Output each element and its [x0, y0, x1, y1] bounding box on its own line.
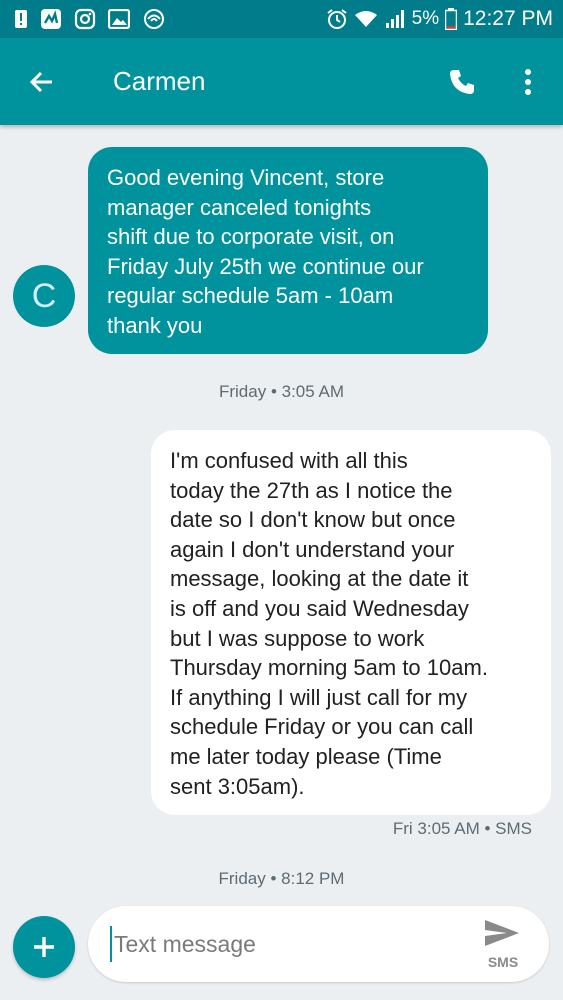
- overflow-menu-button[interactable]: [512, 62, 544, 102]
- clock: 12:27 PM: [463, 7, 553, 30]
- more-vert-icon: [525, 69, 531, 95]
- system-status: 5% 12:27 PM: [326, 6, 553, 32]
- alert-icon: [15, 10, 27, 28]
- message-line: sent 3:05am).: [170, 773, 305, 799]
- message-line: Good evening Vincent, store: [107, 165, 385, 190]
- call-button[interactable]: [442, 62, 482, 102]
- message-input-container: SMS: [88, 906, 549, 982]
- message-line: again I don't understand your: [170, 536, 455, 562]
- message-line: message, looking at the date it: [170, 566, 469, 592]
- message-line: today the 27th as I notice the: [170, 477, 453, 503]
- message-line: regular schedule 5am - 10am: [107, 283, 394, 309]
- status-bar: 5% 12:27 PM: [0, 0, 563, 38]
- message-input[interactable]: [110, 926, 450, 962]
- phone-icon: [450, 70, 474, 94]
- message-line: date so I don't know but once: [170, 507, 456, 533]
- attach-button[interactable]: [13, 916, 75, 978]
- message-line: but I was suppose to work: [170, 625, 425, 651]
- message-timestamp: Friday • 3:05 AM: [218, 382, 344, 401]
- app-bar: Carmen: [0, 38, 563, 125]
- message-line: I'm confused with all this: [170, 448, 408, 473]
- send-label: SMS: [487, 954, 519, 970]
- message-line: manager canceled tonights: [107, 194, 372, 220]
- news-icon: [41, 9, 61, 29]
- alarm-icon: [327, 9, 347, 29]
- message-line: is off and you said Wednesday: [170, 595, 469, 621]
- send-icon: [485, 920, 519, 946]
- plus-icon: [34, 937, 54, 957]
- message-line: Friday July 25th we continue our: [107, 253, 424, 279]
- back-button[interactable]: [22, 62, 62, 102]
- send-button[interactable]: SMS: [478, 916, 528, 974]
- message-line: If anything I will just call for my: [170, 684, 468, 710]
- incoming-message-bubble[interactable]: Good evening Vincent, store manager canc…: [88, 147, 488, 354]
- battery-icon: [445, 8, 458, 30]
- message-line: thank you: [107, 312, 203, 338]
- instagram-icon: [74, 8, 96, 30]
- compose-bar: SMS: [0, 900, 563, 1000]
- arrow-left-icon: [29, 71, 52, 93]
- gallery-icon: [108, 9, 130, 29]
- message-timestamp: Friday • 8:12 PM: [218, 869, 345, 888]
- message-line: shift due to corporate visit, on: [107, 224, 395, 250]
- message-line: schedule Friday or you can call: [170, 714, 474, 740]
- conversation-title: Carmen: [113, 66, 206, 96]
- wifi-hotspot-icon: [144, 9, 164, 29]
- message-line: me later today please (Time: [170, 743, 442, 769]
- message-line: Thursday morning 5am to 10am.: [170, 655, 488, 681]
- outgoing-message-bubble[interactable]: I'm confused with all this today the 27t…: [151, 430, 551, 815]
- notification-icons: [14, 8, 166, 30]
- signal-icon: [385, 10, 404, 28]
- contact-avatar[interactable]: C: [13, 265, 75, 327]
- wifi-icon: [354, 11, 377, 27]
- battery-percent: 5%: [411, 8, 440, 29]
- message-status: Fri 3:05 AM • SMS: [392, 819, 532, 838]
